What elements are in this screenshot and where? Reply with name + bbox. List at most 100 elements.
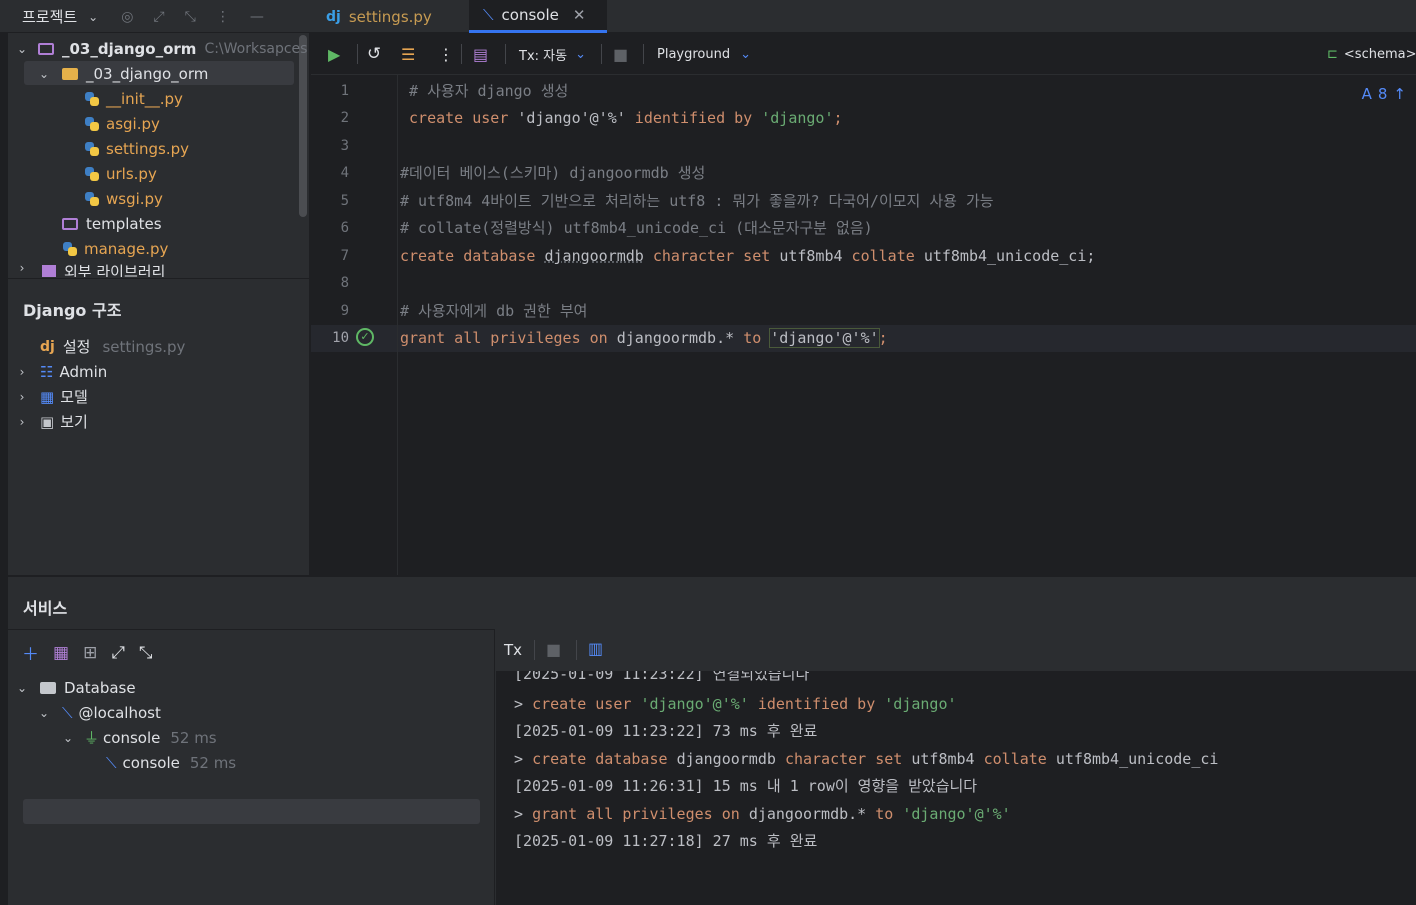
tab-label: settings.py — [348, 7, 432, 26]
service-item-database[interactable]: ⌄ Database — [14, 675, 136, 700]
sql-identifier: djangoormdb.* — [748, 805, 876, 823]
django-item-settings[interactable]: dj 설정 settings.py — [40, 334, 185, 359]
tree-item-label: _03_django_orm — [86, 64, 209, 83]
chevron-right-icon[interactable]: › — [14, 365, 30, 379]
more-icon[interactable]: ⋮ — [216, 9, 230, 25]
tx-button[interactable]: Tx — [504, 641, 522, 659]
output-line: [2025-01-09 11:23:22] 73 ms 후 완료 — [514, 722, 818, 740]
project-panel: ⌄ _03_django_orm C:\Worksapces ⌄ _03_dja… — [8, 33, 310, 575]
console-icon: ⟍ — [483, 6, 494, 24]
new-tab-icon[interactable]: ⊞ — [83, 643, 97, 663]
line-number: 2 — [340, 110, 349, 126]
tree-item-urls[interactable]: urls.py — [84, 161, 157, 186]
code-line-4[interactable]: #데이터 베이스(스키마) djangoormdb 생성 — [400, 160, 705, 187]
stop-icon[interactable]: ■ — [546, 640, 561, 659]
django-item-admin[interactable]: › ☷ Admin — [14, 359, 108, 384]
service-item-console-session[interactable]: ⌄ ⏚ console 52 ms — [60, 725, 217, 750]
chevron-right-icon[interactable]: › — [14, 390, 30, 404]
django-item-models[interactable]: › ▦ 모델 — [14, 384, 88, 409]
expand-icon[interactable]: ⤢ — [153, 9, 164, 25]
tx-mode-dropdown[interactable]: Tx: 자동 ⌄ — [519, 33, 586, 75]
tree-item-asgi[interactable]: asgi.py — [84, 111, 160, 136]
tab-settings[interactable]: dj settings.py — [312, 0, 468, 33]
stop-icon[interactable]: ■ — [613, 33, 628, 75]
settings-sliders-icon[interactable]: ☰ — [401, 33, 415, 75]
tree-item-manage[interactable]: manage.py — [62, 236, 168, 261]
execute-icon[interactable]: ▶ — [328, 33, 340, 75]
services-tree-panel: ＋ ▦ ⊞ ⤢ ⤡ ⌄ Database ⌄ ⟍ @localhost ⌄ ⏚ … — [8, 629, 495, 905]
chevron-down-icon[interactable]: ⌄ — [60, 731, 76, 745]
tree-item-wsgi[interactable]: wsgi.py — [84, 186, 163, 211]
service-item-label: Database — [64, 678, 136, 697]
sql-keyword: collate — [983, 750, 1056, 768]
chevron-right-icon[interactable]: › — [14, 415, 30, 429]
line-number: 5 — [340, 193, 349, 209]
service-item-time: 52 ms — [189, 753, 237, 772]
spellcheck-icon: A — [1361, 85, 1372, 103]
service-item-console[interactable]: ⟍ console 52 ms — [106, 750, 236, 775]
collapse-all-icon[interactable]: ⤡ — [139, 643, 153, 663]
tree-item-label: asgi.py — [106, 114, 160, 133]
line-number: 1 — [340, 83, 349, 99]
code-line-6[interactable]: # collate(정렬방식) utf8mb4_unicode_ci (대소문자… — [400, 215, 873, 242]
arrow-up-icon[interactable]: ↑ — [1393, 85, 1406, 103]
chevron-down-icon[interactable]: ⌄ — [36, 67, 52, 81]
tree-item-package[interactable]: ⌄ _03_django_orm — [36, 61, 208, 86]
tree-item-external-libraries[interactable]: › 외부 라이브러리 — [14, 261, 165, 277]
tab-console[interactable]: ⟍ console ✕ — [469, 0, 607, 33]
group-icon[interactable]: ▦ — [53, 643, 69, 663]
code-line-5[interactable]: # utf8m4 4바이트 기반으로 처리하는 utf8 : 뭐가 좋을까? 다… — [400, 188, 994, 215]
schema-selector[interactable]: ⊏ <schema> — [1327, 33, 1416, 75]
inspection-widget[interactable]: A 8 ↑ — [1362, 85, 1406, 103]
line-number: 7 — [340, 248, 349, 264]
history-icon[interactable]: ↺ — [367, 33, 381, 75]
python-file-icon — [84, 166, 100, 182]
target-icon[interactable]: ◎ — [121, 9, 133, 25]
code-line-9[interactable]: # 사용자에게 db 권한 부여 — [400, 298, 587, 325]
close-icon[interactable]: ✕ — [573, 6, 586, 24]
code-line-2[interactable]: create user 'django'@'%' identified by '… — [400, 105, 843, 132]
separator — [505, 44, 506, 64]
tree-item-templates[interactable]: templates — [62, 211, 162, 236]
output-log[interactable]: [2025-01-09 11:23:22] 연결되었습니다 > create u… — [496, 671, 1416, 905]
layout-icon[interactable]: ▥ — [588, 639, 603, 658]
tree-item-init[interactable]: __init__.py — [84, 86, 183, 111]
chevron-down-icon[interactable]: ⌄ — [36, 706, 52, 720]
service-item-label: @localhost — [78, 703, 161, 722]
tree-item-project-root[interactable]: ⌄ _03_django_orm C:\Worksapces — [14, 36, 308, 61]
line-number: 4 — [340, 165, 349, 181]
tree-item-settings[interactable]: settings.py — [84, 136, 189, 161]
output-icon[interactable]: ▤ — [473, 33, 488, 75]
chevron-down-icon[interactable]: ⌄ — [14, 681, 30, 695]
playground-dropdown[interactable]: Playground ⌄ — [657, 33, 751, 75]
scrollbar[interactable] — [299, 35, 307, 217]
project-panel-title[interactable]: 프로젝트 — [22, 6, 77, 27]
chevron-down-icon[interactable]: ⌄ — [85, 10, 101, 24]
code-line-10[interactable]: grant all privileges on djangoormdb.* to… — [400, 325, 888, 352]
console-icon: ⟍ — [106, 753, 117, 772]
minimize-icon[interactable]: — — [250, 9, 264, 25]
sql-identifier: djangoormdb.* — [616, 329, 744, 347]
add-icon[interactable]: ＋ — [22, 640, 39, 665]
collapse-icon[interactable]: ⤡ — [185, 9, 196, 25]
more-icon[interactable]: ⋮ — [438, 33, 454, 75]
sql-string: 'django'@'%' — [902, 805, 1011, 823]
expand-all-icon[interactable]: ⤢ — [111, 643, 125, 663]
service-item-label: console — [103, 728, 161, 747]
output-panel: Tx ■ ▥ [2025-01-09 11:23:22] 연결되었습니다 > c… — [496, 629, 1416, 905]
chevron-right-icon[interactable]: › — [14, 261, 30, 275]
sql-identifier: djangoormdb — [544, 247, 644, 265]
project-panel-header: 프로젝트 ⌄ ◎ ⤢ ⤡ ⋮ — — [0, 0, 310, 33]
chevron-down-icon[interactable]: ⌄ — [14, 42, 30, 56]
service-item-localhost[interactable]: ⌄ ⟍ @localhost — [36, 700, 161, 725]
tree-item-label: wsgi.py — [106, 189, 163, 208]
django-icon: dj — [326, 8, 341, 25]
django-item-label: 설정 — [62, 338, 91, 356]
tree-item-path: C:\Worksapces — [204, 40, 308, 57]
django-item-views[interactable]: › ▣ 보기 — [14, 409, 88, 434]
code-line-7[interactable]: create database djangoormdb character se… — [400, 243, 1095, 270]
code-line-1[interactable]: # 사용자 django 생성 — [400, 78, 568, 105]
service-item-label: console — [122, 753, 180, 772]
image-icon: ▣ — [40, 412, 55, 431]
folder-icon — [40, 681, 56, 694]
